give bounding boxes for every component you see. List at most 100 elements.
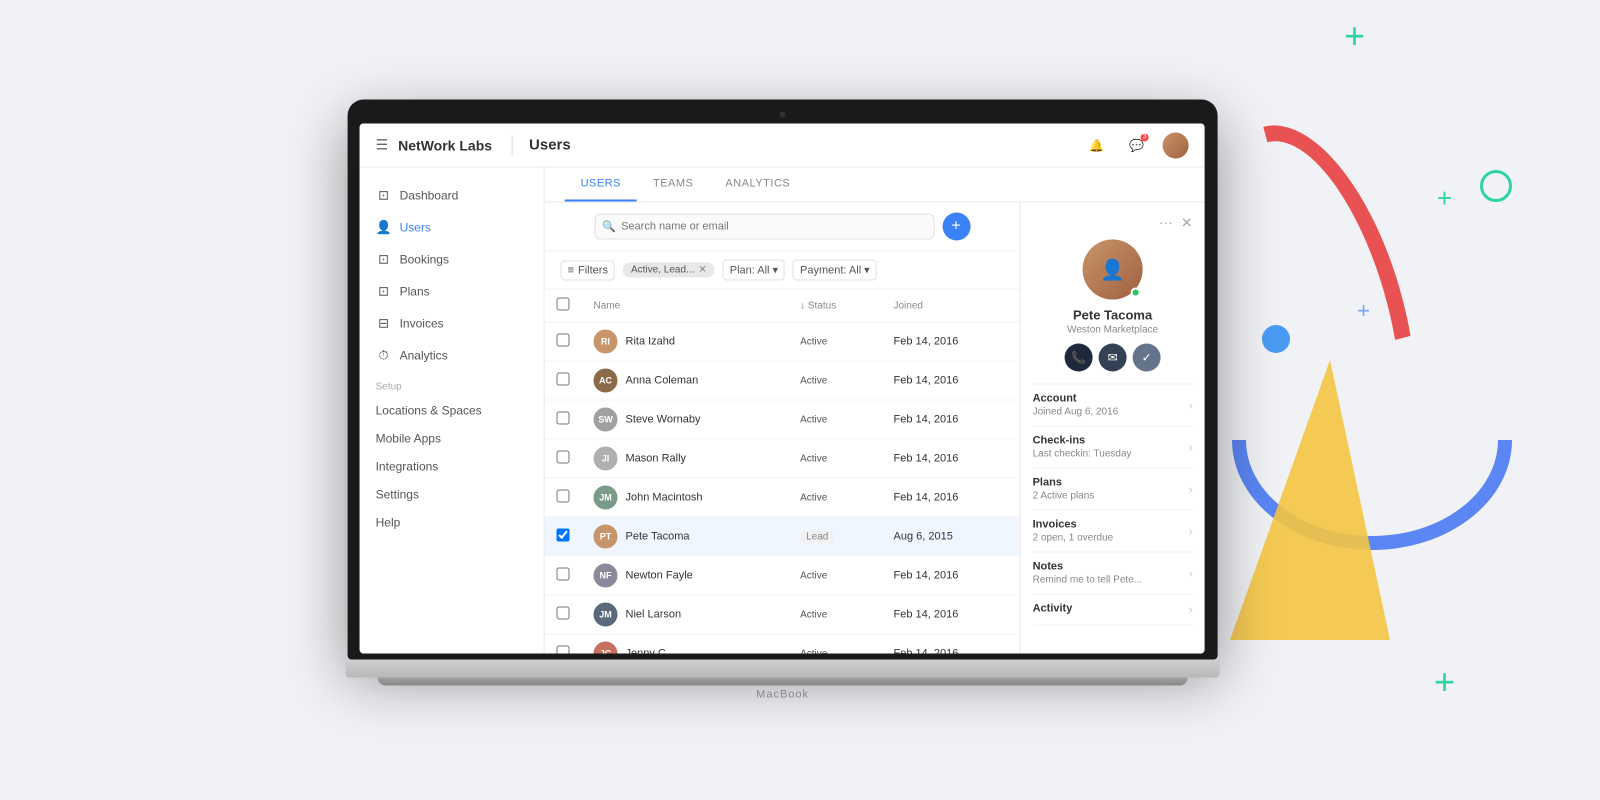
user-name: Niel Larson xyxy=(626,609,682,621)
table-row[interactable]: AC Anna Coleman Active Feb 14, 2016 xyxy=(545,361,1020,400)
row-status-cell: Active xyxy=(788,595,881,634)
row-joined-cell: Feb 14, 2016 xyxy=(882,322,1020,361)
sidebar-item-integrations[interactable]: Integrations xyxy=(360,453,544,481)
table-row[interactable]: RI Rita Izahd Active Feb 14, 2016 xyxy=(545,322,1020,361)
invoices-icon: ⊟ xyxy=(376,316,392,332)
table-row[interactable]: PT Pete Tacoma Lead Aug 6, 2015 xyxy=(545,517,1020,556)
top-bar-divider xyxy=(512,135,513,155)
table-row[interactable]: JI Mason Rally Active Feb 14, 2016 xyxy=(545,439,1020,478)
user-detail-panel: ⋯ ✕ 👤 xyxy=(1020,203,1205,654)
select-all-checkbox[interactable] xyxy=(557,298,570,311)
search-icon: 🔍 xyxy=(602,220,616,233)
macbook-label: MacBook xyxy=(348,689,1218,701)
row-checkbox[interactable] xyxy=(557,607,570,620)
status-badge: Active xyxy=(800,571,827,582)
search-input-wrapper: 🔍 xyxy=(594,214,934,240)
profile-check-button[interactable]: ✓ xyxy=(1133,344,1161,372)
table-row[interactable]: JM Niel Larson Active Feb 14, 2016 xyxy=(545,595,1020,634)
sidebar-item-help[interactable]: Help xyxy=(360,509,544,537)
tab-teams[interactable]: TEAMS xyxy=(637,168,709,202)
row-checkbox[interactable] xyxy=(557,529,570,542)
sidebar-item-dashboard[interactable]: ⊡ Dashboard xyxy=(360,180,544,212)
status-badge: Active xyxy=(800,649,827,654)
table-row[interactable]: JM John Macintosh Active Feb 14, 2016 xyxy=(545,478,1020,517)
detail-section-sub: Last checkin: Tuesday xyxy=(1033,449,1132,460)
row-checkbox[interactable] xyxy=(557,646,570,654)
row-checkbox[interactable] xyxy=(557,568,570,581)
sidebar-item-users[interactable]: 👤 Users xyxy=(360,212,544,244)
profile-call-button[interactable]: 📞 xyxy=(1065,344,1093,372)
user-cell: SW Steve Wornaby xyxy=(594,408,777,432)
users-content: 🔍 + ≡ Filter xyxy=(545,203,1205,654)
chip-close-button[interactable]: ✕ xyxy=(698,265,706,276)
setup-section-label: Setup xyxy=(360,372,544,397)
row-checkbox[interactable] xyxy=(557,451,570,464)
panel-more-button[interactable]: ⋯ xyxy=(1159,215,1173,232)
user-avatar-top[interactable] xyxy=(1163,132,1189,158)
analytics-icon: ⏱ xyxy=(376,348,392,364)
user-name: Anna Coleman xyxy=(626,375,699,387)
page-title: Users xyxy=(529,137,1083,154)
row-name-cell: RI Rita Izahd xyxy=(582,322,789,361)
row-joined-cell: Feb 14, 2016 xyxy=(882,595,1020,634)
user-name: Newton Fayle xyxy=(626,570,693,582)
table-row[interactable]: SW Steve Wornaby Active Feb 14, 2016 xyxy=(545,400,1020,439)
detail-section-account[interactable]: Account Joined Aug 6, 2016 › xyxy=(1033,385,1193,427)
messages-button[interactable]: 💬 3 xyxy=(1123,131,1151,159)
sidebar-item-plans[interactable]: ⊡ Plans xyxy=(360,276,544,308)
detail-section-notes[interactable]: Notes Remind me to tell Pete... › xyxy=(1033,553,1193,595)
user-avatar: JI xyxy=(594,447,618,471)
user-cell: RI Rita Izahd xyxy=(594,330,777,354)
row-checkbox[interactable] xyxy=(557,412,570,425)
sidebar-item-analytics[interactable]: ⏱ Analytics xyxy=(360,340,544,372)
sidebar-item-settings[interactable]: Settings xyxy=(360,481,544,509)
deco-arc-red xyxy=(1176,104,1453,537)
sidebar-item-mobile-apps[interactable]: Mobile Apps xyxy=(360,425,544,453)
user-avatar: JM xyxy=(594,603,618,627)
row-name-cell: JC Jenny C xyxy=(582,634,789,654)
status-badge: Active xyxy=(800,493,827,504)
detail-section-invoices[interactable]: Invoices 2 open, 1 overdue › xyxy=(1033,511,1193,553)
search-bar: 🔍 + xyxy=(545,203,1020,252)
row-joined-cell: Feb 14, 2016 xyxy=(882,400,1020,439)
table-row[interactable]: NF Newton Fayle Active Feb 14, 2016 xyxy=(545,556,1020,595)
filters-label: Filters xyxy=(578,264,608,276)
tab-users[interactable]: USERS xyxy=(565,168,637,202)
filters-button[interactable]: ≡ Filters xyxy=(561,260,615,280)
active-filter-chip[interactable]: Active, Lead... ✕ xyxy=(623,263,715,278)
profile-email-button[interactable]: ✉ xyxy=(1099,344,1127,372)
sidebar-item-bookings[interactable]: ⊡ Bookings xyxy=(360,244,544,276)
user-avatar: JC xyxy=(594,642,618,654)
detail-section-checkins[interactable]: Check-ins Last checkin: Tuesday › xyxy=(1033,427,1193,469)
dashboard-icon: ⊡ xyxy=(376,188,392,204)
profile-company: Weston Marketplace xyxy=(1067,325,1158,336)
row-status-cell: Active xyxy=(788,478,881,517)
row-checkbox-cell xyxy=(545,322,582,361)
detail-section-activity[interactable]: Activity › xyxy=(1033,595,1193,626)
top-bar-actions: 🔔 💬 3 xyxy=(1083,131,1189,159)
search-input[interactable] xyxy=(594,214,934,240)
panel-close-button[interactable]: ✕ xyxy=(1181,215,1193,232)
call-icon: 📞 xyxy=(1071,351,1086,365)
notifications-button[interactable]: 🔔 xyxy=(1083,131,1111,159)
tab-analytics[interactable]: ANALYTICS xyxy=(709,168,806,202)
hamburger-icon[interactable]: ☰ xyxy=(376,137,389,154)
user-avatar: RI xyxy=(594,330,618,354)
row-checkbox[interactable] xyxy=(557,490,570,503)
sidebar-item-locations[interactable]: Locations & Spaces xyxy=(360,397,544,425)
row-status-cell: Active xyxy=(788,439,881,478)
row-status-cell: Active xyxy=(788,400,881,439)
detail-section-plans[interactable]: Plans 2 Active plans › xyxy=(1033,469,1193,511)
row-checkbox[interactable] xyxy=(557,334,570,347)
plan-filter-label: Plan: All xyxy=(730,264,770,276)
table-row[interactable]: JC Jenny C Active Feb 14, 2016 xyxy=(545,634,1020,654)
main-content: ⊡ Dashboard 👤 Users ⊡ Bookings xyxy=(360,168,1205,654)
sidebar-item-invoices[interactable]: ⊟ Invoices xyxy=(360,308,544,340)
deco-plus-teal-1: + xyxy=(1344,18,1365,54)
panel-header: ⋯ ✕ xyxy=(1033,215,1193,232)
payment-filter[interactable]: Payment: All ▾ xyxy=(793,260,877,281)
add-user-button[interactable]: + xyxy=(942,213,970,241)
status-badge: Active xyxy=(800,376,827,387)
row-checkbox[interactable] xyxy=(557,373,570,386)
plan-filter[interactable]: Plan: All ▾ xyxy=(723,260,785,281)
